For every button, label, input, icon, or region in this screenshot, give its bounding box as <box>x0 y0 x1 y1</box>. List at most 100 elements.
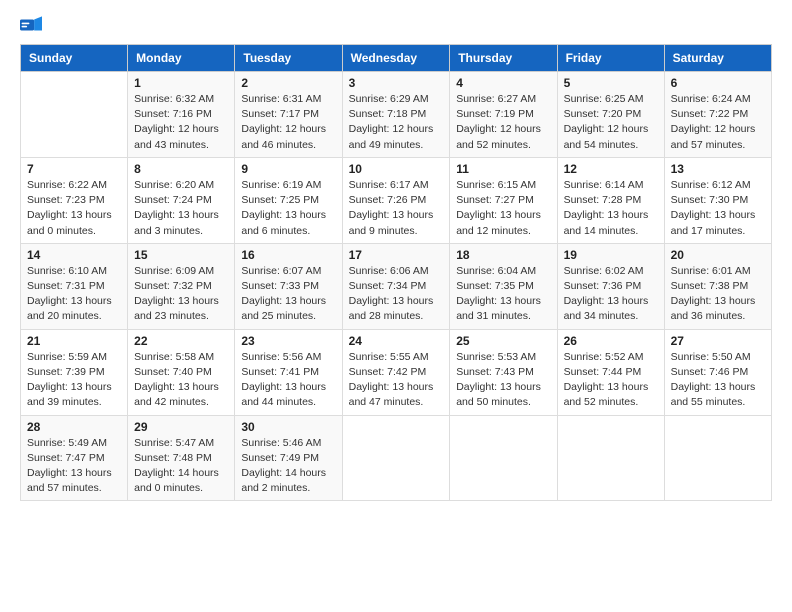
calendar-cell: 28 Sunrise: 5:49 AMSunset: 7:47 PMDayligh… <box>21 415 128 501</box>
day-info: Sunrise: 5:56 AMSunset: 7:41 PMDaylight:… <box>241 350 335 411</box>
calendar-cell: 5Sunrise: 6:25 AMSunset: 7:20 PMDaylight… <box>557 72 664 158</box>
page-header <box>20 16 772 34</box>
calendar-cell <box>342 415 450 501</box>
day-number: 16 <box>241 248 335 262</box>
calendar-cell: 10Sunrise: 6:17 AMSunset: 7:26 PMDayligh… <box>342 157 450 243</box>
day-number: 12 <box>564 162 658 176</box>
calendar-cell: 26 Sunrise: 5:52 AMSunset: 7:44 PMDayligh… <box>557 329 664 415</box>
day-info: Sunrise: 6:12 AMSunset: 7:30 PMDaylight:… <box>671 178 765 239</box>
day-info: Sunrise: 5:53 AMSunset: 7:43 PMDaylight:… <box>456 350 550 411</box>
day-number: 18 <box>456 248 550 262</box>
calendar-cell <box>450 415 557 501</box>
day-number: 13 <box>671 162 765 176</box>
day-number: 1 <box>134 76 228 90</box>
day-number: 21 <box>27 334 121 348</box>
calendar-week-row: 1 Sunrise: 6:32 AMSunset: 7:16 PMDaylight… <box>21 72 772 158</box>
day-info: Sunrise: 6:25 AMSunset: 7:20 PMDaylight:… <box>564 92 658 153</box>
day-number: 9 <box>241 162 335 176</box>
day-number: 24 <box>349 334 444 348</box>
calendar-cell: 1 Sunrise: 6:32 AMSunset: 7:16 PMDaylight… <box>128 72 235 158</box>
day-info: Sunrise: 5:59 AMSunset: 7:39 PMDaylight:… <box>27 350 121 411</box>
day-number: 26 <box>564 334 658 348</box>
calendar-cell: 20 Sunrise: 6:01 AMSunset: 7:38 PMDayligh… <box>664 243 771 329</box>
calendar-cell: 23Sunrise: 5:56 AMSunset: 7:41 PMDayligh… <box>235 329 342 415</box>
calendar-day-header: Friday <box>557 45 664 72</box>
calendar-cell: 8 Sunrise: 6:20 AMSunset: 7:24 PMDaylight… <box>128 157 235 243</box>
calendar-cell <box>557 415 664 501</box>
calendar-day-header: Tuesday <box>235 45 342 72</box>
calendar-week-row: 28 Sunrise: 5:49 AMSunset: 7:47 PMDayligh… <box>21 415 772 501</box>
calendar-cell: 25Sunrise: 5:53 AMSunset: 7:43 PMDayligh… <box>450 329 557 415</box>
day-info: Sunrise: 6:06 AMSunset: 7:34 PMDaylight:… <box>349 264 444 325</box>
day-number: 15 <box>134 248 228 262</box>
calendar-cell: 24 Sunrise: 5:55 AMSunset: 7:42 PMDayligh… <box>342 329 450 415</box>
day-number: 2 <box>241 76 335 90</box>
day-number: 27 <box>671 334 765 348</box>
calendar-cell: 3Sunrise: 6:29 AMSunset: 7:18 PMDaylight… <box>342 72 450 158</box>
day-info: Sunrise: 5:52 AMSunset: 7:44 PMDaylight:… <box>564 350 658 411</box>
calendar-week-row: 21 Sunrise: 5:59 AMSunset: 7:39 PMDayligh… <box>21 329 772 415</box>
day-info: Sunrise: 6:04 AMSunset: 7:35 PMDaylight:… <box>456 264 550 325</box>
calendar-cell: 11Sunrise: 6:15 AMSunset: 7:27 PMDayligh… <box>450 157 557 243</box>
calendar-cell: 18 Sunrise: 6:04 AMSunset: 7:35 PMDayligh… <box>450 243 557 329</box>
day-number: 4 <box>456 76 550 90</box>
day-info: Sunrise: 6:17 AMSunset: 7:26 PMDaylight:… <box>349 178 444 239</box>
day-info: Sunrise: 5:46 AMSunset: 7:49 PMDaylight:… <box>241 436 335 497</box>
calendar-cell <box>21 72 128 158</box>
day-info: Sunrise: 6:02 AMSunset: 7:36 PMDaylight:… <box>564 264 658 325</box>
day-number: 20 <box>671 248 765 262</box>
calendar-cell: 30 Sunrise: 5:46 AMSunset: 7:49 PMDayligh… <box>235 415 342 501</box>
calendar-cell: 16 Sunrise: 6:07 AMSunset: 7:33 PMDayligh… <box>235 243 342 329</box>
day-info: Sunrise: 6:22 AMSunset: 7:23 PMDaylight:… <box>27 178 121 239</box>
day-number: 19 <box>564 248 658 262</box>
calendar-cell: 12Sunrise: 6:14 AMSunset: 7:28 PMDayligh… <box>557 157 664 243</box>
day-info: Sunrise: 5:49 AMSunset: 7:47 PMDaylight:… <box>27 436 121 497</box>
day-info: Sunrise: 6:27 AMSunset: 7:19 PMDaylight:… <box>456 92 550 153</box>
calendar-table: SundayMondayTuesdayWednesdayThursdayFrid… <box>20 44 772 501</box>
calendar-cell: 21 Sunrise: 5:59 AMSunset: 7:39 PMDayligh… <box>21 329 128 415</box>
day-number: 17 <box>349 248 444 262</box>
day-number: 8 <box>134 162 228 176</box>
calendar-cell: 7 Sunrise: 6:22 AMSunset: 7:23 PMDaylight… <box>21 157 128 243</box>
day-number: 22 <box>134 334 228 348</box>
calendar-cell: 13 Sunrise: 6:12 AMSunset: 7:30 PMDayligh… <box>664 157 771 243</box>
day-info: Sunrise: 6:32 AMSunset: 7:16 PMDaylight:… <box>134 92 228 153</box>
calendar-cell: 6 Sunrise: 6:24 AMSunset: 7:22 PMDaylight… <box>664 72 771 158</box>
calendar-cell: 15 Sunrise: 6:09 AMSunset: 7:32 PMDayligh… <box>128 243 235 329</box>
day-info: Sunrise: 5:55 AMSunset: 7:42 PMDaylight:… <box>349 350 444 411</box>
day-number: 6 <box>671 76 765 90</box>
calendar-cell: 4 Sunrise: 6:27 AMSunset: 7:19 PMDaylight… <box>450 72 557 158</box>
day-info: Sunrise: 5:58 AMSunset: 7:40 PMDaylight:… <box>134 350 228 411</box>
day-info: Sunrise: 6:09 AMSunset: 7:32 PMDaylight:… <box>134 264 228 325</box>
day-number: 11 <box>456 162 550 176</box>
calendar-day-header: Monday <box>128 45 235 72</box>
calendar-week-row: 14 Sunrise: 6:10 AMSunset: 7:31 PMDayligh… <box>21 243 772 329</box>
day-info: Sunrise: 6:01 AMSunset: 7:38 PMDaylight:… <box>671 264 765 325</box>
day-number: 29 <box>134 420 228 434</box>
calendar-cell: 2 Sunrise: 6:31 AMSunset: 7:17 PMDaylight… <box>235 72 342 158</box>
day-info: Sunrise: 5:47 AMSunset: 7:48 PMDaylight:… <box>134 436 228 497</box>
day-number: 28 <box>27 420 121 434</box>
day-info: Sunrise: 6:20 AMSunset: 7:24 PMDaylight:… <box>134 178 228 239</box>
day-info: Sunrise: 6:07 AMSunset: 7:33 PMDaylight:… <box>241 264 335 325</box>
calendar-day-header: Thursday <box>450 45 557 72</box>
calendar-cell: 19 Sunrise: 6:02 AMSunset: 7:36 PMDayligh… <box>557 243 664 329</box>
calendar-cell: 17 Sunrise: 6:06 AMSunset: 7:34 PMDayligh… <box>342 243 450 329</box>
day-info: Sunrise: 6:19 AMSunset: 7:25 PMDaylight:… <box>241 178 335 239</box>
day-number: 14 <box>27 248 121 262</box>
day-info: Sunrise: 5:50 AMSunset: 7:46 PMDaylight:… <box>671 350 765 411</box>
calendar-cell: 27 Sunrise: 5:50 AMSunset: 7:46 PMDayligh… <box>664 329 771 415</box>
day-number: 7 <box>27 162 121 176</box>
day-number: 30 <box>241 420 335 434</box>
calendar-day-header: Saturday <box>664 45 771 72</box>
day-info: Sunrise: 6:29 AMSunset: 7:18 PMDaylight:… <box>349 92 444 153</box>
day-info: Sunrise: 6:31 AMSunset: 7:17 PMDaylight:… <box>241 92 335 153</box>
logo-icon <box>20 16 42 34</box>
day-info: Sunrise: 6:10 AMSunset: 7:31 PMDaylight:… <box>27 264 121 325</box>
calendar-cell: 9 Sunrise: 6:19 AMSunset: 7:25 PMDaylight… <box>235 157 342 243</box>
calendar-cell: 14 Sunrise: 6:10 AMSunset: 7:31 PMDayligh… <box>21 243 128 329</box>
logo <box>20 16 46 34</box>
day-info: Sunrise: 6:24 AMSunset: 7:22 PMDaylight:… <box>671 92 765 153</box>
calendar-header-row: SundayMondayTuesdayWednesdayThursdayFrid… <box>21 45 772 72</box>
calendar-cell: 22 Sunrise: 5:58 AMSunset: 7:40 PMDayligh… <box>128 329 235 415</box>
